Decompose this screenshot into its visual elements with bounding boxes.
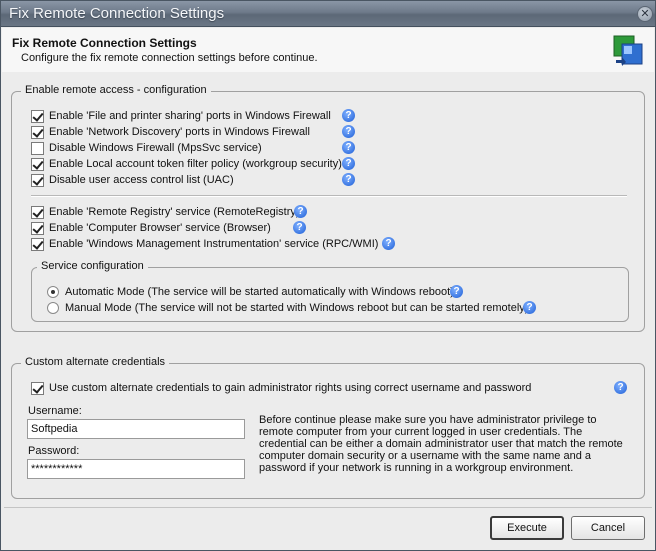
checkbox-disable-firewall[interactable]: Disable Windows Firewall (MpsSvc service… [31, 140, 262, 156]
dialog-window: Fix Remote Connection Settings ✕ Fix Rem… [0, 0, 656, 551]
checkbox-token-filter-policy[interactable]: Enable Local account token filter policy… [31, 156, 342, 172]
checkbox[interactable] [31, 157, 44, 171]
service-config-legend: Service configuration [37, 260, 148, 272]
checkbox-label: Disable Windows Firewall (MpsSvc service… [49, 142, 262, 154]
help-icon[interactable]: ? [342, 141, 355, 154]
checkbox[interactable] [31, 125, 44, 139]
checkbox-remote-registry[interactable]: Enable 'Remote Registry' service (Remote… [31, 204, 300, 220]
password-field[interactable]: ************ [27, 459, 245, 479]
window-title: Fix Remote Connection Settings [9, 5, 225, 22]
help-icon[interactable]: ? [342, 173, 355, 186]
section-divider [31, 195, 627, 197]
username-label: Username: [28, 405, 82, 417]
checkbox[interactable] [31, 205, 44, 219]
help-icon[interactable]: ? [342, 109, 355, 122]
cancel-button[interactable]: Cancel [571, 516, 645, 540]
checkbox[interactable] [31, 141, 44, 155]
help-icon[interactable]: ? [342, 157, 355, 170]
checkbox-label: Enable 'Computer Browser' service (Brows… [49, 222, 271, 234]
checkbox-network-discovery[interactable]: Enable 'Network Discovery' ports in Wind… [31, 124, 310, 140]
help-icon[interactable]: ? [342, 125, 355, 138]
checkbox[interactable] [31, 109, 44, 123]
checkbox-computer-browser[interactable]: Enable 'Computer Browser' service (Brows… [31, 220, 271, 236]
title-bar[interactable]: Fix Remote Connection Settings ✕ [1, 1, 655, 27]
checkbox-label: Use custom alternate credentials to gain… [49, 382, 532, 394]
help-icon[interactable]: ? [450, 285, 463, 298]
remote-access-legend: Enable remote access - configuration [21, 84, 211, 96]
radio-label: Manual Mode (The service will not be sta… [65, 302, 529, 314]
username-field[interactable]: Softpedia [27, 419, 245, 439]
checkbox-disable-uac[interactable]: Disable user access control list (UAC) [31, 172, 234, 188]
help-icon[interactable]: ? [523, 301, 536, 314]
header-subtitle: Configure the fix remote connection sett… [21, 52, 318, 64]
checkbox[interactable] [31, 173, 44, 187]
checkbox[interactable] [31, 237, 44, 251]
checkbox-label: Enable 'Remote Registry' service (Remote… [49, 206, 300, 218]
checkbox-use-custom-credentials[interactable]: Use custom alternate credentials to gain… [31, 380, 531, 396]
radio-button[interactable] [47, 302, 59, 314]
checkbox-wmi[interactable]: Enable 'Windows Management Instrumentati… [31, 236, 378, 252]
header-title: Fix Remote Connection Settings [12, 36, 197, 50]
radio-automatic-mode[interactable]: Automatic Mode (The service will be star… [47, 284, 454, 300]
checkbox-label: Enable 'Network Discovery' ports in Wind… [49, 126, 310, 138]
help-icon[interactable]: ? [294, 205, 307, 218]
help-icon[interactable]: ? [382, 237, 395, 250]
close-icon[interactable]: ✕ [637, 6, 653, 22]
help-icon[interactable]: ? [293, 221, 306, 234]
remote-connection-icon [613, 35, 643, 66]
execute-button[interactable]: Execute [490, 516, 564, 540]
dialog-header: Fix Remote Connection Settings Configure… [2, 28, 654, 72]
password-label: Password: [28, 445, 80, 457]
checkbox-label: Enable 'Windows Management Instrumentati… [49, 238, 379, 250]
credentials-legend: Custom alternate credentials [21, 356, 170, 368]
credentials-note: Before continue please make sure you hav… [259, 414, 623, 474]
help-icon[interactable]: ? [614, 381, 627, 394]
checkbox-label: Disable user access control list (UAC) [49, 174, 234, 186]
radio-label: Automatic Mode (The service will be star… [65, 286, 454, 298]
checkbox[interactable] [31, 221, 44, 235]
checkbox[interactable] [31, 381, 44, 395]
radio-manual-mode[interactable]: Manual Mode (The service will not be sta… [47, 300, 528, 316]
checkbox-file-printer-sharing[interactable]: Enable 'File and printer sharing' ports … [31, 108, 331, 124]
checkbox-label: Enable Local account token filter policy… [49, 158, 342, 170]
radio-button[interactable] [47, 286, 59, 298]
checkbox-label: Enable 'File and printer sharing' ports … [49, 110, 331, 122]
